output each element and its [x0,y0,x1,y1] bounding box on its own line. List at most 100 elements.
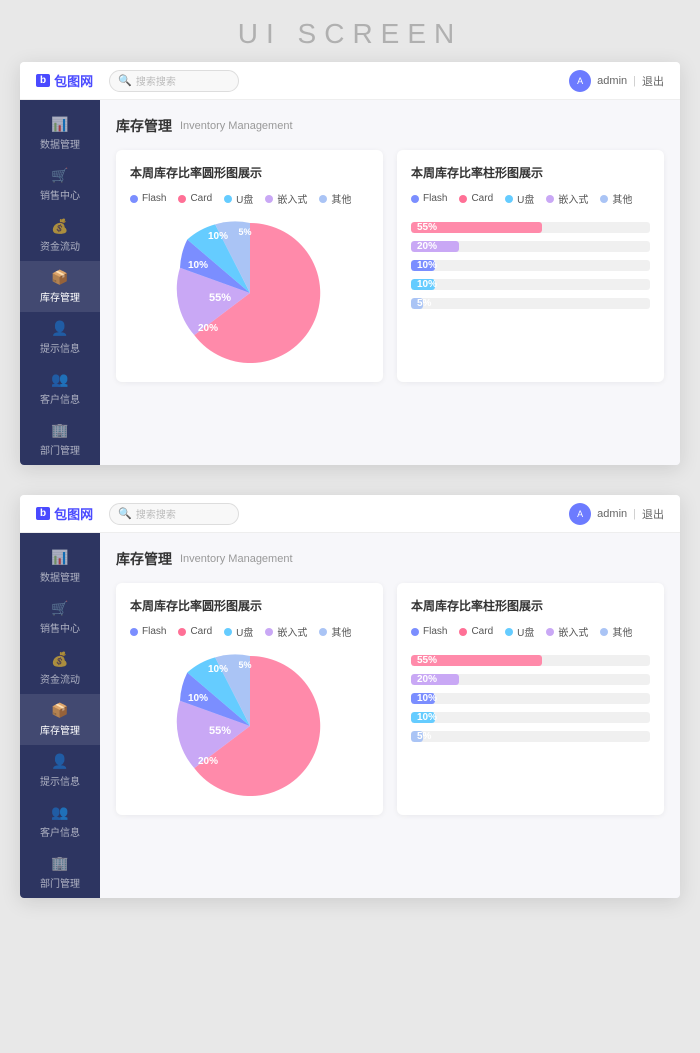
sidebar-item-notice-2[interactable]: 👤 提示信息 [20,745,100,796]
customers-icon-2: 👥 [51,804,68,821]
logout-button-2[interactable]: 退出 [642,506,664,522]
charts-row: 本周库存比率圆形图展示 Flash Card U盘 [116,150,664,382]
pie-legend: Flash Card U盘 嵌入式 [130,191,369,206]
topbar-2: b 包图网 🔍 搜索搜索 A admin | 退出 [20,495,680,533]
bar-fill-1: 55% [411,222,542,233]
page-header: 库存管理 Inventory Management [116,116,664,136]
search-box-2[interactable]: 🔍 搜索搜索 [109,503,239,525]
bar-fill-5: 5% [411,298,423,309]
pie-legend-2: Flash Card U盘 嵌入式 [130,624,369,639]
legend-label-other-2: 其他 [331,624,351,639]
sidebar-item-label: 数据管理 [40,136,80,151]
pie-label-udisk: 10% [207,231,227,242]
legend-label-udisk: U盘 [236,191,253,206]
pie-chart-title-2: 本周库存比率圆形图展示 [130,597,369,614]
data-icon-2: 📊 [51,549,68,566]
bar-fill-1-2: 55% [411,655,542,666]
pie-label-embedded-2: 5% [238,660,251,670]
sidebar-item-departments-2[interactable]: 🏢 部门管理 [20,847,100,898]
bar-track-2-2: 20% [411,674,650,685]
logo-text-2: 包图网 [54,504,93,523]
search-placeholder: 搜索搜索 [136,73,176,88]
legend-label-embedded: 嵌入式 [277,191,307,206]
logout-button[interactable]: 退出 [642,73,664,89]
pie-chart-title: 本周库存比率圆形图展示 [130,164,369,181]
search-icon-2: 🔍 [118,507,132,520]
sales-icon-2: 🛒 [51,600,68,617]
sidebar: 📊 数据管理 🛒 销售中心 💰 资金流动 📦 库存管理 👤 提示信息 👥 [20,100,100,465]
pie-label-udisk-2: 10% [207,664,227,675]
sidebar-item-inventory[interactable]: 📦 库存管理 [20,261,100,312]
bar-fill-4-2: 10% [411,712,435,723]
bar-label-3: 10% [417,260,437,271]
bar-fill-3-2: 10% [411,693,435,704]
legend-label-embedded-2: 嵌入式 [277,624,307,639]
pie-label-card-2: 55% [208,725,230,737]
bar-legend-dot-embedded-2 [546,628,554,636]
avatar-2: A [569,503,591,525]
legend-dot-udisk [224,195,232,203]
topbar: b 包图网 🔍 搜索搜索 A admin | 退出 [20,62,680,100]
content-area: 库存管理 Inventory Management 本周库存比率圆形图展示 Fl… [100,100,680,465]
logo: b 包图网 [36,71,93,90]
sidebar-item-sales[interactable]: 🛒 销售中心 [20,159,100,210]
sidebar-item-data[interactable]: 📊 数据管理 [20,108,100,159]
bar-fill-2-2: 20% [411,674,459,685]
search-box[interactable]: 🔍 搜索搜索 [109,70,239,92]
bar-label-4: 10% [417,279,437,290]
pie-label-other: 20% [197,323,217,334]
pie-chart-container-2: 55% 20% 10% 10% 5% [130,651,369,801]
legend-other-2: 其他 [319,624,351,639]
logo-icon: b [36,74,50,87]
sidebar-item-departments[interactable]: 🏢 部门管理 [20,414,100,465]
bar-label-5-2: 5% [417,731,431,742]
topbar-right-2: A admin | 退出 [569,503,664,525]
departments-icon: 🏢 [51,422,68,439]
bar-label-1-2: 55% [417,655,437,666]
sidebar-item-data-2[interactable]: 📊 数据管理 [20,541,100,592]
legend-label-other: 其他 [331,191,351,206]
sidebar-item-finance[interactable]: 💰 资金流动 [20,210,100,261]
sidebar-item-label: 客户信息 [40,391,80,406]
sidebar-item-customers[interactable]: 👥 客户信息 [20,363,100,414]
bar-legend-other-2: 其他 [600,624,632,639]
pie-label-flash-2: 10% [187,693,207,704]
sidebar-item-customers-2[interactable]: 👥 客户信息 [20,796,100,847]
bar-legend-card-2: Card [459,624,493,639]
pie-label-card: 55% [208,292,230,304]
sidebar-item-inventory-2[interactable]: 📦 库存管理 [20,694,100,745]
legend-flash: Flash [130,191,166,206]
sidebar-item-label-2: 提示信息 [40,773,80,788]
sidebar-item-label: 资金流动 [40,238,80,253]
finance-icon-2: 💰 [51,651,68,668]
legend-dot-embedded-2 [265,628,273,636]
bar-legend-flash-2: Flash [411,624,447,639]
bar-fill-3: 10% [411,260,435,271]
bar-legend-dot-udisk [505,195,513,203]
sidebar-item-sales-2[interactable]: 🛒 销售中心 [20,592,100,643]
bar-chart-card: 本周库存比率柱形图展示 Flash Card U盘 [397,150,664,382]
sidebar-item-notice[interactable]: 👤 提示信息 [20,312,100,363]
bar-track-1: 55% [411,222,650,233]
sidebar-item-finance-2[interactable]: 💰 资金流动 [20,643,100,694]
legend-udisk: U盘 [224,191,253,206]
bar-legend-udisk: U盘 [505,191,534,206]
bar-label-1: 55% [417,222,437,233]
legend-label-flash-2: Flash [142,626,166,637]
screen-2: b 包图网 🔍 搜索搜索 A admin | 退出 📊 数据管理 🛒 销售中心 [20,495,680,898]
pie-label-other-2: 20% [197,756,217,767]
pie-chart-card-2: 本周库存比率圆形图展示 Flash Card U盘 [116,583,383,815]
legend-dot-embedded [265,195,273,203]
bar-legend: Flash Card U盘 嵌入式 [411,191,650,206]
bar-legend-embedded: 嵌入式 [546,191,588,206]
bar-legend-dot-card-2 [459,628,467,636]
content-area-2: 库存管理 Inventory Management 本周库存比率圆形图展示 Fl… [100,533,680,898]
bar-track-3: 10% [411,260,650,271]
avatar: A [569,70,591,92]
bar-label-2: 20% [417,241,437,252]
bar-legend-dot-flash-2 [411,628,419,636]
sidebar-item-label-2: 部门管理 [40,875,80,890]
bar-track-5-2: 5% [411,731,650,742]
charts-row-2: 本周库存比率圆形图展示 Flash Card U盘 [116,583,664,815]
bar-track-4: 10% [411,279,650,290]
